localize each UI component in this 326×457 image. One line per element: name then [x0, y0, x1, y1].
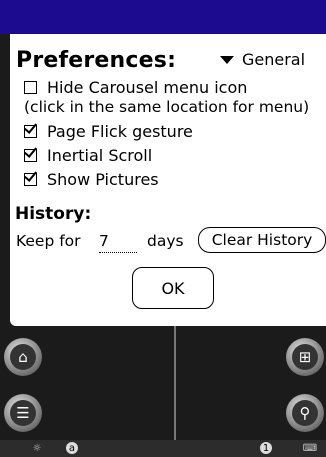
- option-show-pictures[interactable]: Show Pictures: [24, 170, 159, 189]
- option-label: Inertial Scroll: [47, 146, 153, 165]
- menu-icon: ☰: [10, 400, 36, 426]
- calculator-button[interactable]: ⊞: [286, 338, 324, 376]
- panel-divider: [174, 326, 176, 440]
- calculator-icon: ⊞: [292, 344, 318, 370]
- days-value: 7: [99, 232, 109, 250]
- keep-for-label: Keep for: [16, 232, 81, 250]
- search-icon: ⚲: [292, 400, 318, 426]
- clear-history-button[interactable]: Clear History: [198, 227, 326, 253]
- days-label: days: [147, 232, 184, 250]
- ok-button[interactable]: OK: [132, 267, 214, 309]
- history-heading: History:: [15, 204, 92, 224]
- dropdown-value: General: [242, 50, 306, 69]
- option-label: Page Flick gesture: [47, 122, 193, 141]
- brightness-icon[interactable]: ☼: [30, 441, 44, 455]
- option-label: Hide Carousel menu icon: [47, 78, 248, 97]
- days-input[interactable]: 7: [99, 232, 137, 253]
- abc-mode-badge[interactable]: a: [66, 442, 78, 454]
- menu-note: (click in the same location for menu): [24, 98, 310, 116]
- checkbox-hide-carousel[interactable]: [24, 81, 37, 94]
- option-hide-carousel[interactable]: Hide Carousel menu icon: [24, 78, 247, 97]
- preferences-dialog: Preferences: General Hide Carousel menu …: [10, 34, 326, 326]
- checkbox-inertial-scroll[interactable]: [24, 149, 37, 162]
- status-bar: [0, 440, 326, 457]
- option-label: Show Pictures: [47, 170, 159, 189]
- checkbox-show-pictures[interactable]: [24, 173, 37, 186]
- dialog-title: Preferences:: [16, 48, 177, 73]
- option-page-flick[interactable]: Page Flick gesture: [24, 122, 193, 141]
- home-icon: ⌂: [10, 344, 36, 370]
- dropdown-triangle-icon: [220, 55, 234, 64]
- menu-button[interactable]: ☰: [4, 394, 42, 432]
- keyboard-icon[interactable]: ⌨: [300, 442, 320, 454]
- checkbox-page-flick[interactable]: [24, 125, 37, 138]
- search-button[interactable]: ⚲: [286, 394, 324, 432]
- category-dropdown[interactable]: General: [220, 50, 305, 69]
- home-button[interactable]: ⌂: [4, 338, 42, 376]
- numeric-mode-badge[interactable]: 1: [260, 442, 272, 454]
- title-bar: [0, 0, 326, 34]
- option-inertial-scroll[interactable]: Inertial Scroll: [24, 146, 152, 165]
